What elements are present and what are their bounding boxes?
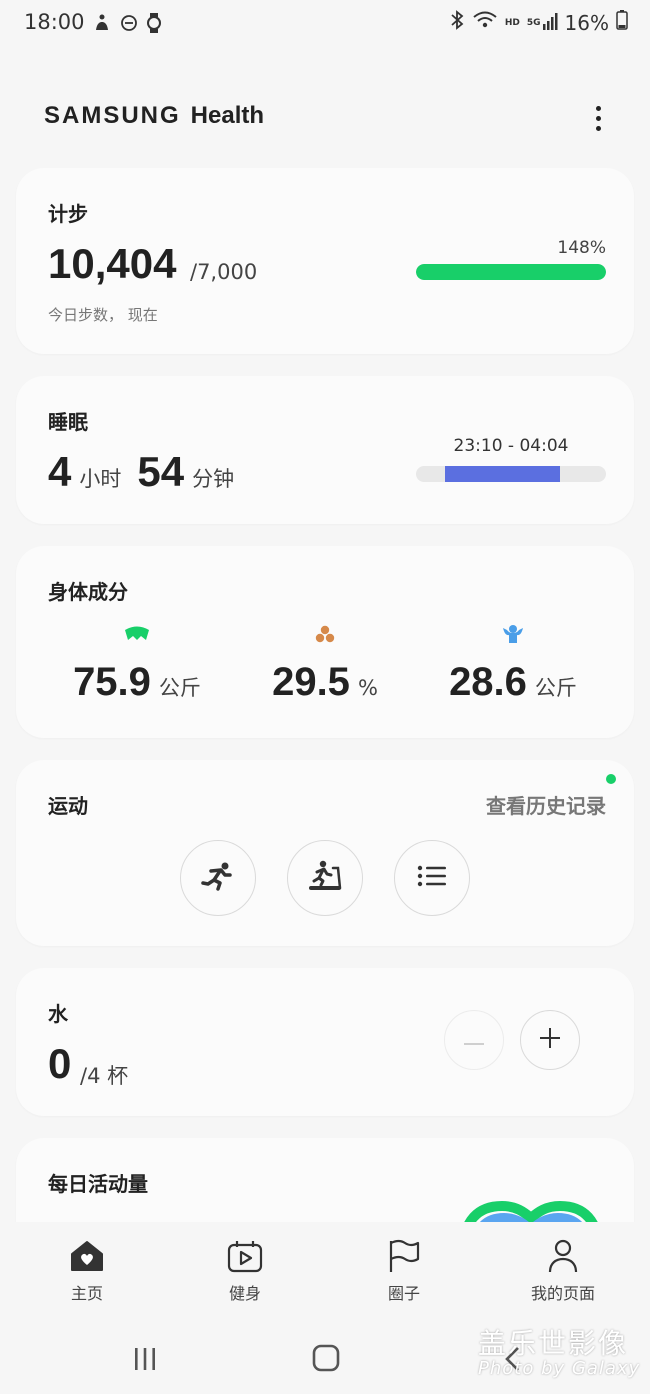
do-not-disturb-icon (120, 14, 138, 36)
steps-value: 10,404 (48, 240, 177, 287)
plus-icon (540, 1028, 560, 1052)
water-increase-button[interactable] (520, 1010, 580, 1070)
body-composition-title: 身体成分 (48, 580, 128, 604)
body-metric-fat: 29.5 % (222, 622, 428, 705)
signal-type-label: 5G (526, 17, 541, 28)
water-title: 水 (48, 1002, 68, 1026)
brand-samsung: SAMSUNG (44, 102, 181, 129)
home-heart-icon (22, 1236, 152, 1276)
body-metric-value: 75.9 (73, 660, 151, 704)
sleep-minutes: 54 (137, 448, 185, 495)
water-decrease-button[interactable] (444, 1010, 504, 1070)
body-fat-icon (222, 622, 428, 646)
steps-goal: /7,000 (190, 260, 258, 284)
nav-together[interactable]: 圈子 (339, 1236, 469, 1304)
running-icon (201, 861, 235, 895)
app-logo: SAMSUNG Health (44, 102, 264, 130)
accessibility-icon (92, 13, 112, 37)
nav-home-label: 主页 (70, 1284, 103, 1303)
nav-fitness[interactable]: 健身 (180, 1236, 310, 1304)
treadmill-icon (307, 860, 343, 896)
nav-my-page[interactable]: 我的页面 (498, 1236, 628, 1304)
status-bar: 18:00 HD 5G 16% (0, 0, 650, 48)
body-metric-unit: 公斤 (534, 676, 577, 700)
battery-icon (616, 10, 628, 35)
daily-activity-title: 每日活动量 (48, 1172, 148, 1196)
sleep-timeline (416, 466, 606, 482)
network-type-label: HD (504, 17, 520, 28)
sleep-hours: 4 (48, 448, 72, 495)
steps-percent: 148% (557, 238, 606, 258)
status-icons-right: HD 5G 16% (449, 10, 628, 35)
body-metric-unit: 公斤 (158, 676, 201, 700)
nav-together-label: 圈子 (387, 1284, 420, 1303)
wifi-icon (472, 10, 498, 35)
water-value: 0 (48, 1040, 72, 1087)
watch-icon (146, 12, 162, 38)
new-indicator-dot (606, 774, 616, 784)
brand-health: Health (190, 102, 265, 129)
more-vertical-icon (595, 105, 601, 111)
exercise-card[interactable]: 运动 查看历史记录 (16, 760, 634, 946)
exercise-title: 运动 (48, 794, 88, 818)
status-time: 18:00 (24, 10, 85, 34)
sleep-hours-unit: 小时 (79, 467, 122, 491)
nav-my-page-label: 我的页面 (530, 1284, 595, 1303)
list-icon (417, 864, 447, 892)
steps-card[interactable]: 计步 10,404 /7,000 今日步数， 现在 148% (16, 168, 634, 354)
person-icon (498, 1236, 628, 1276)
signal-icon (542, 11, 558, 35)
water-card[interactable]: 水 0 /4 杯 (16, 968, 634, 1116)
fitness-video-icon (180, 1236, 310, 1276)
watermark-line1: 盖乐世影像 (478, 1327, 629, 1360)
status-icons-left (92, 12, 162, 38)
bluetooth-icon (449, 10, 465, 35)
body-fat-free-mass-icon (34, 622, 240, 646)
nav-fitness-label: 健身 (228, 1284, 261, 1303)
exercise-list-button[interactable] (394, 840, 470, 916)
skeletal-muscle-icon (410, 622, 616, 646)
body-metric-muscle: 28.6 公斤 (410, 622, 616, 705)
flag-icon (339, 1236, 469, 1276)
watermark-line2: Photo by Galaxy (478, 1358, 641, 1379)
steps-progress-bar (416, 264, 606, 280)
treadmill-button[interactable] (287, 840, 363, 916)
sleep-period-bar (444, 466, 561, 482)
minus-icon (464, 1031, 484, 1050)
steps-progress-fill (416, 264, 606, 280)
body-metric-value: 28.6 (449, 660, 527, 704)
steps-title: 计步 (48, 202, 88, 226)
running-button[interactable] (180, 840, 256, 916)
body-metric-weight: 75.9 公斤 (34, 622, 240, 705)
recent-apps-button[interactable] (132, 1346, 158, 1376)
activity-rings-icon (456, 1178, 606, 1222)
home-button[interactable] (312, 1344, 340, 1376)
water-goal: /4 杯 (80, 1064, 129, 1088)
more-options-button[interactable] (586, 100, 610, 136)
body-composition-card[interactable]: 身体成分 75.9 公斤 29.5 % 28.6 公斤 (16, 546, 634, 738)
sleep-title: 睡眠 (48, 410, 88, 434)
app-header: SAMSUNG Health (0, 88, 650, 148)
photo-watermark: 盖乐世影像 Photo by Galaxy (478, 1330, 640, 1378)
daily-activity-card[interactable]: 每日活动量 (16, 1138, 634, 1222)
sleep-minutes-unit: 分钟 (192, 467, 235, 491)
body-metric-unit: % (357, 676, 378, 700)
sleep-card[interactable]: 睡眠 4 小时 54 分钟 23:10 - 04:04 (16, 376, 634, 524)
body-metric-value: 29.5 (272, 660, 350, 704)
bottom-navigation: 主页 健身 圈子 我的页面 (0, 1222, 650, 1318)
steps-subtitle: 今日步数， 现在 (48, 306, 158, 324)
view-history-link[interactable]: 查看历史记录 (486, 790, 606, 819)
sleep-duration: 4 小时 54 分钟 (48, 448, 242, 496)
sleep-time-range: 23:10 - 04:04 (453, 436, 569, 456)
battery-label: 16% (564, 10, 609, 35)
nav-home[interactable]: 主页 (22, 1236, 152, 1304)
